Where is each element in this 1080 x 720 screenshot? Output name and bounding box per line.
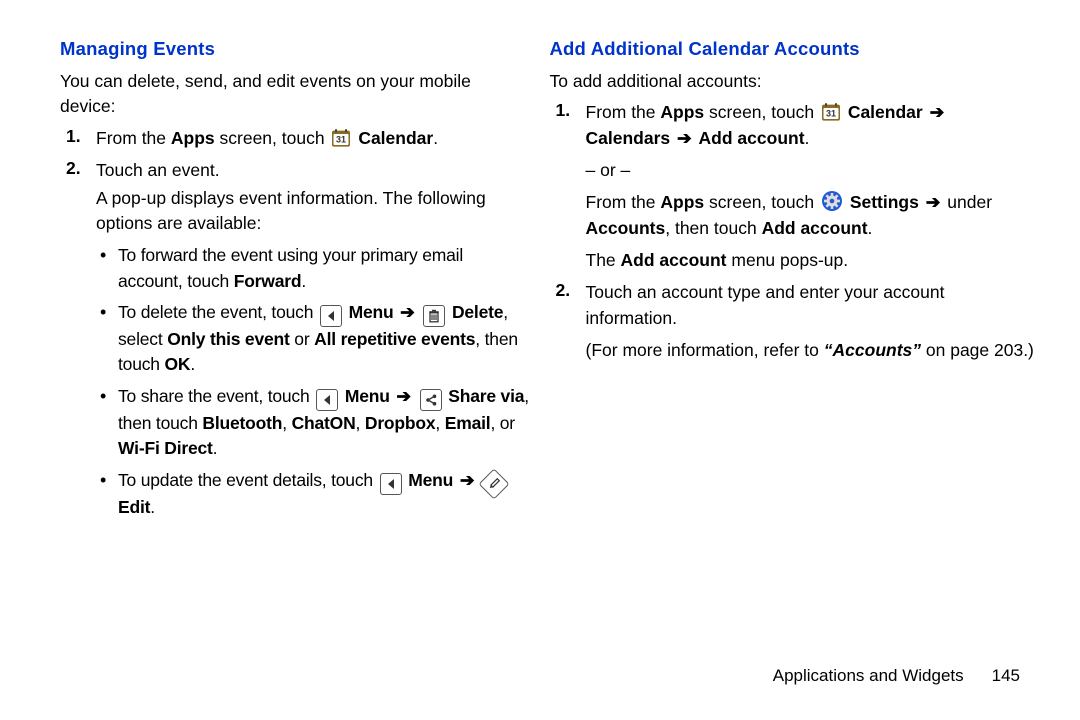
heading-managing-events: Managing Events: [60, 38, 530, 60]
text: To delete the event, touch: [118, 302, 318, 322]
calendar-icon: 31: [821, 102, 841, 122]
text: screen, touch: [704, 192, 819, 212]
text: under: [942, 192, 992, 212]
step-2-right: 2. Touch an account type and enter your …: [550, 280, 1036, 364]
text: .: [213, 438, 218, 458]
bullet-marker: •: [96, 468, 118, 520]
accounts-ref: “Accounts”: [824, 340, 921, 360]
only-this-event-label: Only this event: [167, 329, 289, 349]
text: Touch an account type and enter your acc…: [586, 280, 1036, 332]
menu-label: Menu: [345, 386, 390, 406]
step-1-right: 1. From the Apps screen, touch 31 Calend…: [550, 100, 1036, 273]
add-account-label: Add account: [762, 218, 868, 238]
step-number: 2.: [550, 280, 586, 364]
arrow-icon: ➔: [924, 192, 943, 212]
footer-section: Applications and Widgets: [773, 666, 964, 686]
text: screen, touch: [215, 128, 330, 148]
text: Touch an event.: [96, 158, 530, 184]
menu-label: Menu: [408, 470, 453, 490]
email-label: Email: [445, 413, 491, 433]
dropbox-label: Dropbox: [365, 413, 436, 433]
bullet-forward: • To forward the event using your primar…: [96, 243, 530, 294]
calendar-label: Calendar: [358, 128, 433, 148]
text: ,: [282, 413, 291, 433]
text: ,: [435, 413, 444, 433]
intro-left: You can delete, send, and edit events on…: [60, 69, 530, 120]
bullet-edit: • To update the event details, touch Men…: [96, 468, 530, 520]
text: (For more information, refer to: [586, 340, 824, 360]
text: To share the event, touch: [118, 386, 314, 406]
text: .: [301, 271, 306, 291]
arrow-icon: ➔: [675, 128, 694, 148]
wifi-direct-label: Wi-Fi Direct: [118, 438, 213, 458]
text: The: [586, 250, 621, 270]
menu-back-icon: [380, 473, 402, 495]
text: , or: [490, 413, 515, 433]
accounts-label: Accounts: [586, 218, 666, 238]
ok-label: OK: [164, 354, 190, 374]
forward-label: Forward: [234, 271, 302, 291]
text: .: [868, 218, 873, 238]
step-2-left: 2. Touch an event. A pop-up displays eve…: [60, 158, 530, 526]
edit-label: Edit: [118, 497, 150, 517]
text: From the: [586, 192, 661, 212]
arrow-icon: ➔: [928, 102, 947, 122]
apps-label: Apps: [660, 102, 704, 122]
edit-pencil-icon: [478, 468, 509, 499]
intro-right: To add additional accounts:: [550, 69, 1036, 94]
bullet-share: • To share the event, touch Menu ➔ Share…: [96, 384, 530, 462]
menu-back-icon: [316, 389, 338, 411]
bullet-delete: • To delete the event, touch Menu ➔ Dele…: [96, 300, 530, 378]
arrow-icon: ➔: [458, 470, 476, 490]
apps-label: Apps: [171, 128, 215, 148]
bluetooth-label: Bluetooth: [202, 413, 282, 433]
add-account-label: Add account: [621, 250, 727, 270]
calendars-label: Calendars: [586, 128, 671, 148]
bullet-marker: •: [96, 243, 118, 294]
text: .: [190, 354, 195, 374]
calendar-label: Calendar: [848, 102, 923, 122]
text: .: [805, 128, 810, 148]
settings-label: Settings: [850, 192, 919, 212]
apps-label: Apps: [660, 192, 704, 212]
all-repetitive-label: All repetitive events: [314, 329, 475, 349]
svg-text:31: 31: [826, 109, 836, 119]
share-via-label: Share via: [448, 386, 524, 406]
step-number: 1.: [550, 100, 586, 273]
step-number: 2.: [60, 158, 96, 526]
page-footer: Applications and Widgets 145: [773, 666, 1020, 686]
text: menu pops-up.: [727, 250, 849, 270]
text: To update the event details, touch: [118, 470, 378, 490]
step-1-left: 1. From the Apps screen, touch 31 Calend…: [60, 126, 530, 152]
text: or: [290, 329, 315, 349]
text: screen, touch: [704, 102, 819, 122]
trash-icon: [423, 305, 445, 327]
text: , then touch: [665, 218, 761, 238]
add-account-label: Add account: [699, 128, 805, 148]
arrow-icon: ➔: [398, 302, 416, 322]
svg-text:31: 31: [336, 134, 346, 144]
delete-label: Delete: [452, 302, 503, 322]
text: A pop-up displays event information. The…: [96, 186, 530, 238]
step-number: 1.: [60, 126, 96, 152]
bullet-marker: •: [96, 384, 118, 462]
menu-label: Menu: [349, 302, 394, 322]
text: .: [150, 497, 155, 517]
share-icon: [420, 389, 442, 411]
arrow-icon: ➔: [394, 386, 412, 406]
calendar-icon: 31: [331, 128, 351, 148]
bullet-marker: •: [96, 300, 118, 378]
settings-gear-icon: [821, 190, 843, 212]
chaton-label: ChatON: [292, 413, 356, 433]
footer-page-number: 145: [992, 666, 1020, 686]
text: on page 203.): [921, 340, 1034, 360]
heading-add-accounts: Add Additional Calendar Accounts: [550, 38, 1036, 60]
text: .: [433, 128, 438, 148]
text: ,: [356, 413, 365, 433]
text: From the: [96, 128, 171, 148]
text: From the: [586, 102, 661, 122]
or-divider: – or –: [586, 158, 1036, 184]
menu-back-icon: [320, 305, 342, 327]
